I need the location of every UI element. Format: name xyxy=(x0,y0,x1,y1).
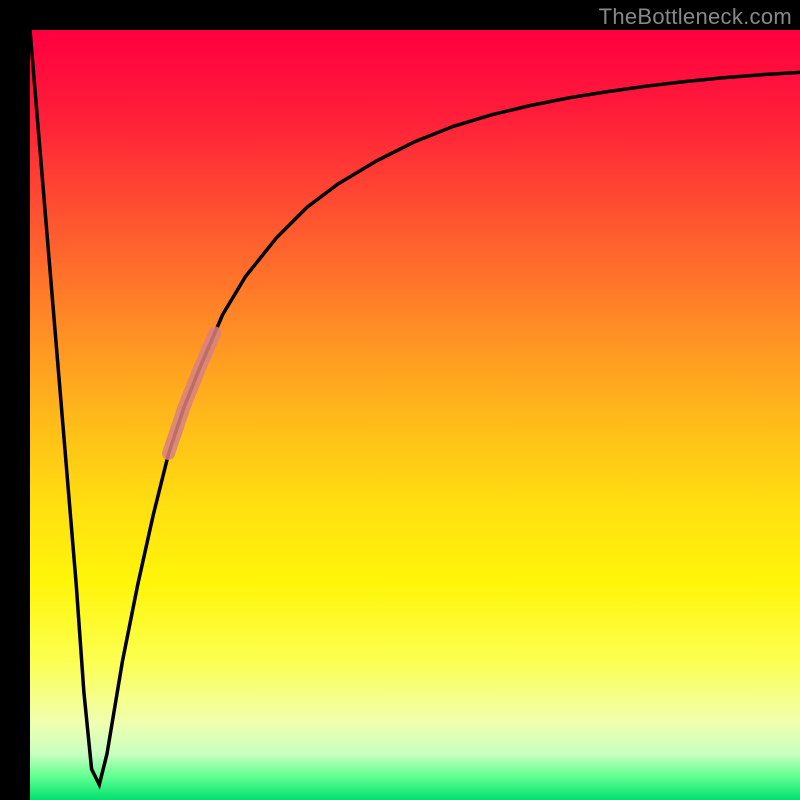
curve-layer xyxy=(30,30,800,800)
bottleneck-curve-path xyxy=(30,30,800,785)
highlight-segment-path xyxy=(169,333,215,454)
chart-frame: TheBottleneck.com xyxy=(0,0,800,800)
plot-area xyxy=(30,30,800,800)
watermark-text: TheBottleneck.com xyxy=(599,4,792,30)
